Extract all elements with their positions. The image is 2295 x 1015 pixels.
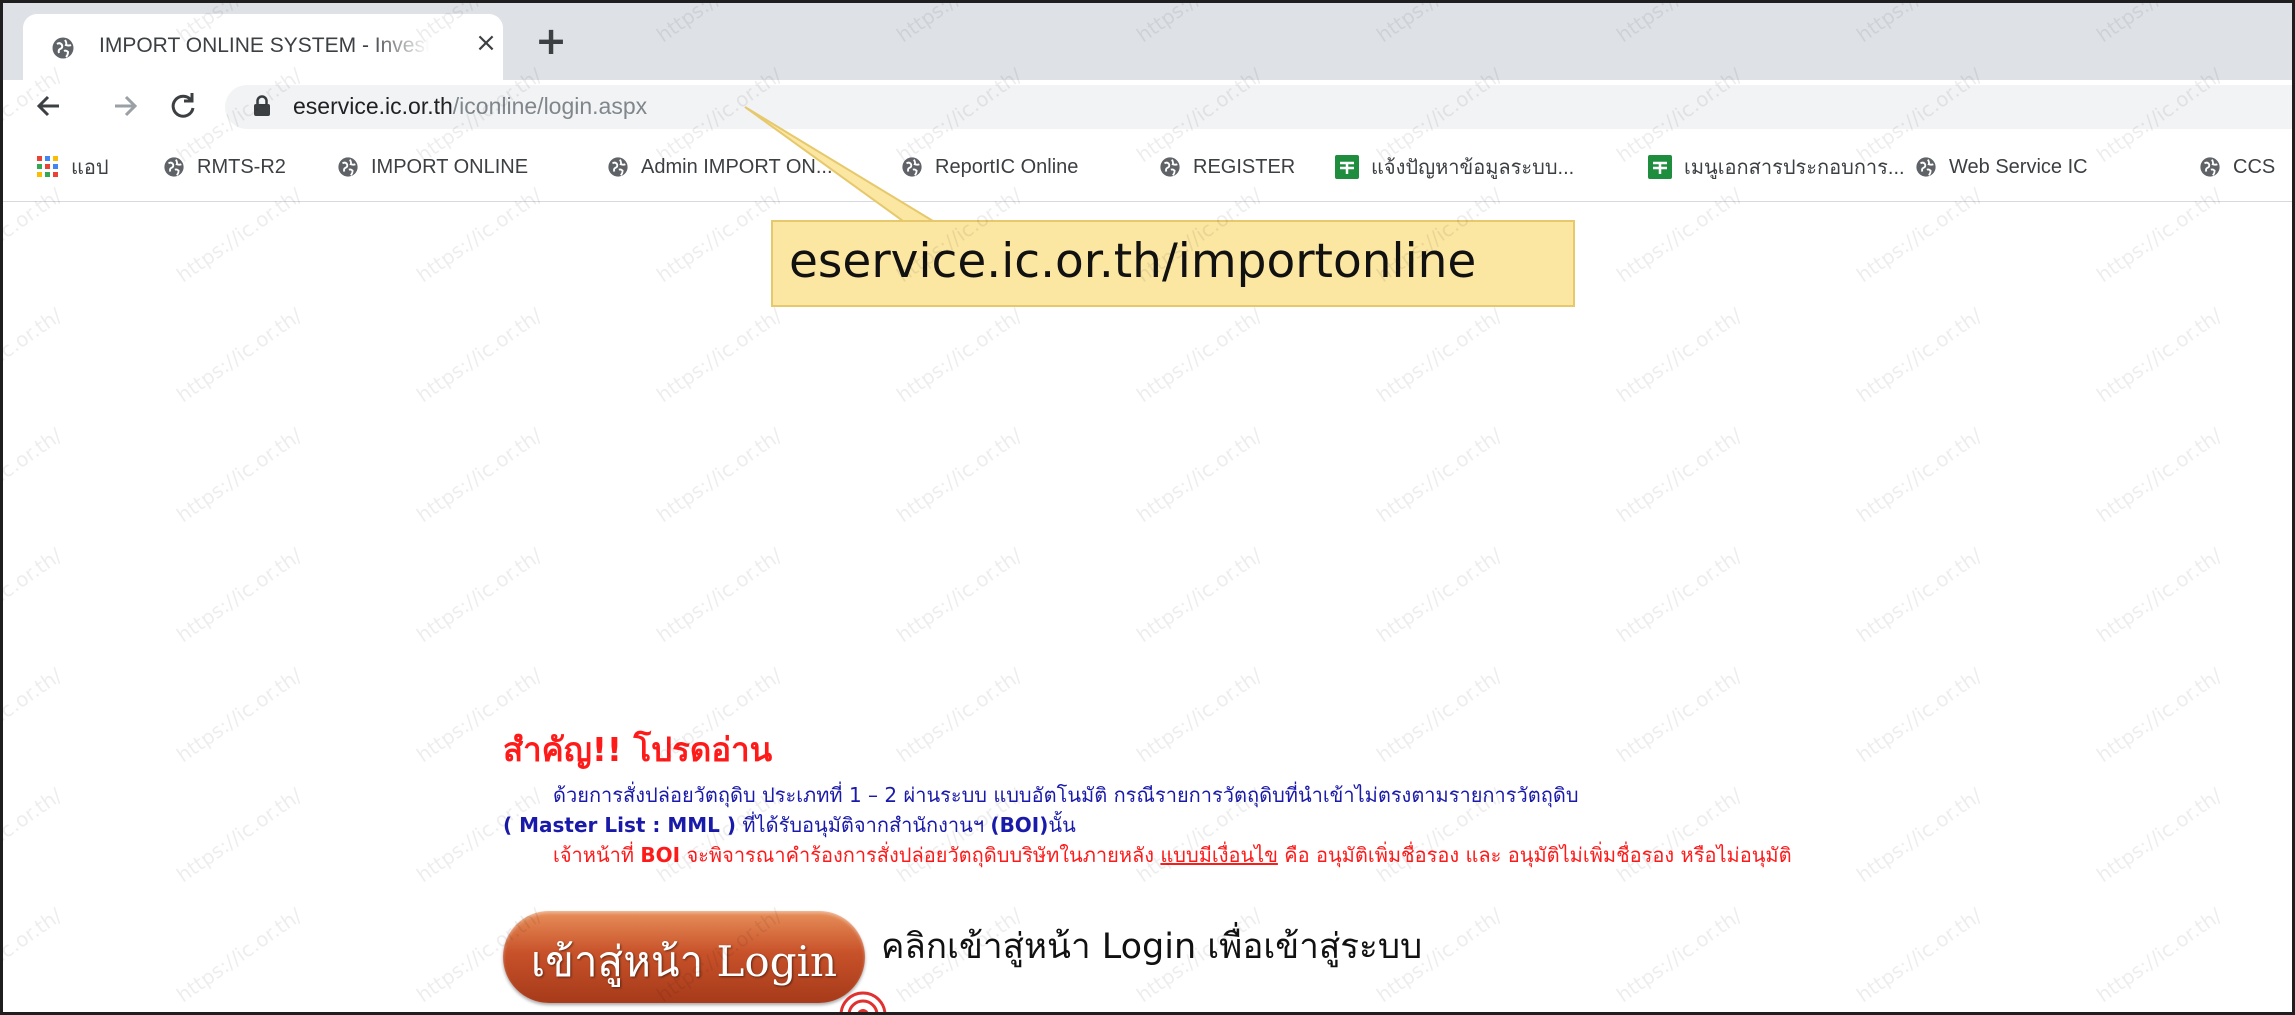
bookmark-label: แอป	[71, 157, 109, 179]
close-tab-icon[interactable]: ×	[471, 28, 501, 58]
reload-button[interactable]	[165, 88, 201, 124]
sheets-icon	[1335, 155, 1359, 179]
bookmark-label: CCS	[2233, 155, 2276, 178]
notice-line-1: ด้วยการสั่งปล่อยวัตถุดิบ ประเภทที่ 1 – 2…	[553, 783, 1579, 807]
bookmark-label: IMPORT ONLINE	[371, 155, 529, 178]
url-host: eservice.ic.or.th	[293, 93, 453, 119]
reload-icon	[171, 93, 195, 118]
url-callout: eservice.ic.or.th/importonline	[771, 220, 1575, 307]
globe-icon	[163, 156, 185, 178]
bookmark-label: REGISTER	[1193, 155, 1296, 178]
url-path: /iconline/login.aspx	[452, 93, 648, 119]
bookmark-label: เมนูเอกสารประกอบการ...	[1684, 157, 1905, 179]
bookmark-label: แจ้งปัญหาข้อมูลระบบ...	[1371, 157, 1575, 179]
notice-title: สำคัญ!! โปรดอ่าน	[503, 730, 773, 769]
globe-icon	[607, 156, 629, 178]
url-text: eservice.ic.or.th/iconline/login.aspx	[293, 93, 647, 120]
globe-icon	[901, 156, 923, 178]
notice-line-2: ( Master List : MML ) ที่ได้รับอนุมัติจา…	[503, 809, 1076, 841]
notice-text: จะพิจารณาคำร้องการสั่งปล่อยวัตถุดิบบริษั…	[680, 843, 1161, 867]
click-target-icon	[833, 983, 893, 1012]
address-bar[interactable]: eservice.ic.or.th/iconline/login.aspx	[225, 85, 2292, 129]
login-button-label: เข้าสู่หน้า Login	[530, 937, 838, 986]
bookmark-reportic-online[interactable]: ReportIC Online	[901, 152, 1078, 182]
notice-boi: BOI	[640, 843, 681, 867]
bookmark-apps[interactable]: แอป	[37, 152, 109, 182]
bookmark-label: Admin IMPORT ON...	[641, 155, 833, 178]
login-page-button[interactable]: เข้าสู่หน้า Login	[503, 911, 865, 1003]
notice-conditional: แบบมีเงื่อนไข	[1160, 843, 1278, 867]
bookmark-label: ReportIC Online	[935, 155, 1079, 178]
notice-boi: (BOI)	[990, 813, 1049, 837]
arrow-left-icon	[36, 95, 59, 117]
bookmark-import-online[interactable]: IMPORT ONLINE	[337, 152, 528, 182]
callout-text: eservice.ic.or.th/importonline	[789, 234, 1477, 289]
notice-text: เจ้าหน้าที่	[553, 843, 641, 867]
browser-tab[interactable]: IMPORT ONLINE SYSTEM - Invest ×	[23, 14, 503, 80]
bookmark-register[interactable]: REGISTER	[1159, 152, 1295, 182]
bookmark-document-menu[interactable]: เมนูเอกสารประกอบการ...	[1648, 152, 1905, 182]
notice-text: นั้น	[1048, 813, 1076, 837]
bookmark-admin-import-online[interactable]: Admin IMPORT ON...	[607, 152, 833, 182]
globe-icon	[51, 36, 75, 64]
back-button[interactable]	[31, 88, 67, 124]
page-content: eservice.ic.or.th/importonline สำคัญ!! โ…	[3, 203, 2292, 1012]
globe-icon	[1915, 156, 1937, 178]
globe-icon	[337, 156, 359, 178]
tab-title: IMPORT ONLINE SYSTEM - Invest	[99, 34, 429, 57]
bookmark-label: RMTS-R2	[197, 155, 286, 178]
notice-mml: ( Master List : MML )	[503, 813, 736, 837]
arrow-right-icon	[115, 95, 138, 117]
globe-icon	[1159, 156, 1181, 178]
bookmark-label: Web Service IC	[1949, 155, 2088, 178]
browser-window: IMPORT ONLINE SYSTEM - Invest × + eservi…	[0, 0, 2295, 1015]
apps-grid-icon	[37, 156, 59, 178]
browser-toolbar: eservice.ic.or.th/iconline/login.aspx	[3, 80, 2292, 132]
sheets-icon	[1648, 155, 1672, 179]
bookmark-web-service-ic[interactable]: Web Service IC	[1915, 152, 2088, 182]
new-tab-button[interactable]: +	[531, 21, 571, 61]
bookmark-ccs[interactable]: CCS	[2199, 152, 2275, 182]
tab-strip: IMPORT ONLINE SYSTEM - Invest × +	[3, 3, 2292, 80]
forward-button[interactable]	[107, 88, 143, 124]
notice-text: ที่ได้รับอนุมัติจากสำนักงานฯ	[736, 813, 991, 837]
lock-icon	[253, 95, 271, 121]
bookmark-rmts[interactable]: RMTS-R2	[163, 152, 286, 182]
login-caption: คลิกเข้าสู่หน้า Login เพื่อเข้าสู่ระบบ	[881, 927, 1423, 967]
bookmarks-bar: แอป RMTS-R2 IMPORT ONLINE Admin IMPORT O…	[3, 132, 2292, 202]
globe-icon	[2199, 156, 2221, 178]
notice-line-3: เจ้าหน้าที่ BOI จะพิจารณาคำร้องการสั่งปล…	[553, 839, 1792, 871]
notice-text: คือ อนุมัติเพิ่มชื่อรอง และ อนุมัติไม่เพ…	[1277, 843, 1792, 867]
bookmark-report-issue[interactable]: แจ้งปัญหาข้อมูลระบบ...	[1335, 152, 1574, 182]
